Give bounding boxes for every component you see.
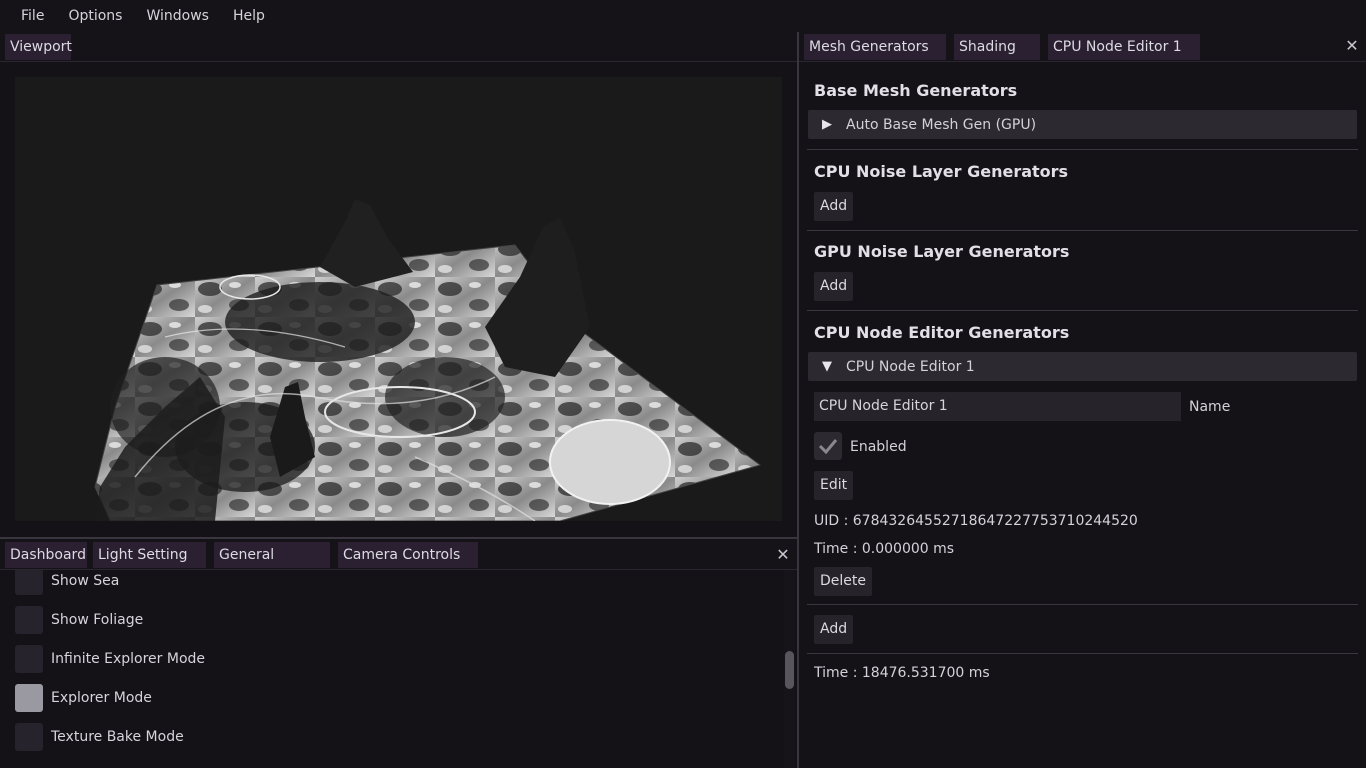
divider xyxy=(807,653,1358,654)
infinite-explorer-checkbox[interactable] xyxy=(15,645,43,673)
tab-general-controls[interactable]: General Controls xyxy=(214,542,330,589)
terrain-render xyxy=(94,199,762,521)
checkbox-row-show-sea[interactable]: Show Sea xyxy=(15,570,119,596)
enabled-label: Enabled xyxy=(850,439,907,455)
infinite-explorer-label: Infinite Explorer Mode xyxy=(51,651,206,667)
show-foliage-checkbox[interactable] xyxy=(15,606,43,634)
add-gpu-noise-button[interactable]: Add xyxy=(814,272,854,301)
explorer-mode-label: Explorer Mode xyxy=(51,690,152,706)
menu-help[interactable]: Help xyxy=(221,8,277,24)
add-cpu-noise-button[interactable]: Add xyxy=(814,192,854,221)
show-foliage-label: Show Foliage xyxy=(51,612,144,628)
viewport-canvas[interactable] xyxy=(15,77,782,521)
menu-file[interactable]: File xyxy=(9,8,56,24)
cpu-node-title: CPU Node Editor Generators xyxy=(814,323,1070,342)
explorer-mode-checkbox[interactable] xyxy=(15,684,43,712)
uid-text: UID : 67843264552718647227753710244520 xyxy=(814,513,1138,529)
tab-shading[interactable]: Shading xyxy=(954,34,1040,60)
mesh-generators-panel: Base Mesh Generators ▶ Auto Base Mesh Ge… xyxy=(799,62,1366,768)
delete-button[interactable]: Delete xyxy=(814,567,872,596)
divider xyxy=(807,149,1358,150)
divider xyxy=(807,230,1358,231)
show-sea-label: Show Sea xyxy=(51,573,120,589)
dashboard-scroll-thumb[interactable] xyxy=(785,651,794,689)
bottom-dock-tabbar: Dashboard Light Setting General Controls… xyxy=(0,540,797,589)
tab-viewport[interactable]: Viewport xyxy=(5,34,72,60)
viewport-tabbar: Viewport xyxy=(0,32,797,62)
add-node-editor-button[interactable]: Add xyxy=(814,615,854,644)
edit-button[interactable]: Edit xyxy=(814,471,854,500)
menu-options[interactable]: Options xyxy=(56,8,134,24)
show-sea-checkbox[interactable] xyxy=(15,570,43,595)
enabled-checkbox[interactable] xyxy=(814,432,842,460)
texture-bake-label: Texture Bake Mode xyxy=(51,729,184,745)
close-icon[interactable]: ✕ xyxy=(775,547,791,563)
collapse-arrow-icon: ▼ xyxy=(822,359,832,374)
cpu-node-editor-node[interactable]: ▼ CPU Node Editor 1 xyxy=(808,352,1357,381)
horizontal-splitter[interactable] xyxy=(0,537,797,539)
dashboard-panel: Show Sea Show Foliage Infinite Explorer … xyxy=(0,570,797,768)
checkbox-row-show-foliage[interactable]: Show Foliage xyxy=(15,605,143,635)
name-label: Name xyxy=(1189,399,1231,415)
tab-cpu-node-editor[interactable]: CPU Node Editor 1 xyxy=(1048,34,1200,60)
node-time-text: Time : 0.000000 ms xyxy=(814,541,955,557)
divider xyxy=(807,604,1358,605)
base-mesh-title: Base Mesh Generators xyxy=(814,81,1018,100)
cpu-node-editor-header-label: CPU Node Editor 1 xyxy=(846,358,975,375)
checkbox-row-explorer-mode[interactable]: Explorer Mode xyxy=(15,683,152,713)
tab-dashboard[interactable]: Dashboard xyxy=(5,542,87,568)
expand-arrow-icon: ▶ xyxy=(822,117,832,132)
cpu-noise-title: CPU Noise Layer Generators xyxy=(814,162,1069,181)
close-icon[interactable]: ✕ xyxy=(1344,38,1360,54)
texture-bake-checkbox[interactable] xyxy=(15,723,43,751)
node-name-input[interactable]: CPU Node Editor 1 xyxy=(814,392,1181,421)
tab-light-setting[interactable]: Light Setting xyxy=(93,542,206,568)
total-time-text: Time : 18476.531700 ms xyxy=(814,665,990,681)
tab-camera-controls[interactable]: Camera Controls xyxy=(338,542,478,568)
checkbox-row-infinite-explorer[interactable]: Infinite Explorer Mode xyxy=(15,644,205,674)
right-panel-tabbar: Mesh Generators Shading CPU Node Editor … xyxy=(799,32,1366,62)
auto-base-mesh-label: Auto Base Mesh Gen (GPU) xyxy=(846,116,1037,133)
divider xyxy=(807,310,1358,311)
checkbox-row-texture-bake[interactable]: Texture Bake Mode xyxy=(15,722,184,752)
menu-bar: File Options Windows Help xyxy=(0,0,1366,32)
check-icon xyxy=(818,439,838,455)
menu-windows[interactable]: Windows xyxy=(134,8,221,24)
tab-mesh-generators[interactable]: Mesh Generators xyxy=(804,34,946,60)
gpu-noise-title: GPU Noise Layer Generators xyxy=(814,242,1070,261)
auto-base-mesh-node[interactable]: ▶ Auto Base Mesh Gen (GPU) xyxy=(808,110,1357,139)
